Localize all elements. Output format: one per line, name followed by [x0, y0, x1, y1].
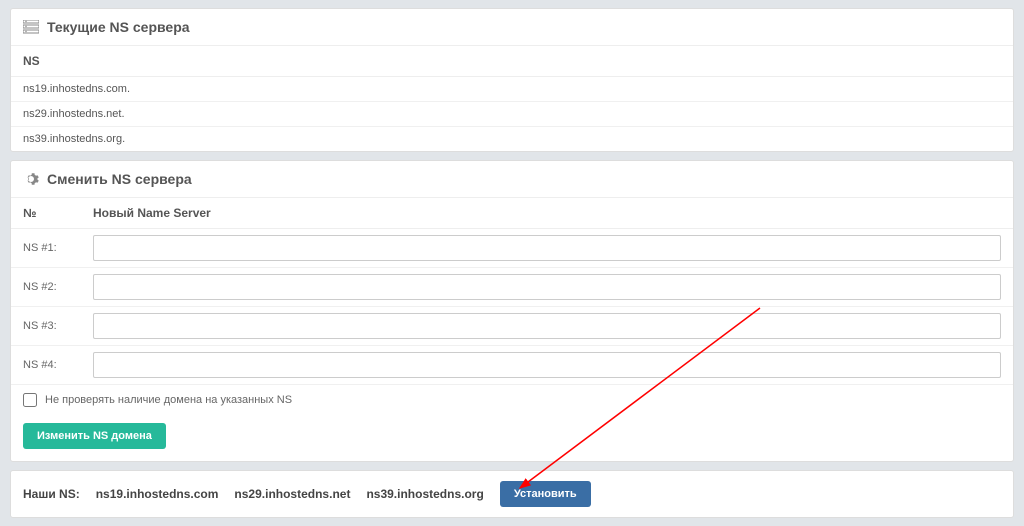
our-ns-item: ns29.inhostedns.net — [234, 487, 350, 501]
ns-row-label: NS #2: — [11, 268, 81, 307]
ns-row-label: NS #3: — [11, 307, 81, 346]
install-button[interactable]: Установить — [500, 481, 591, 507]
current-ns-header: Текущие NS сервера — [11, 9, 1013, 46]
table-row: ns19.inhostedns.com. — [11, 77, 1013, 102]
current-ns-title: Текущие NS сервера — [47, 19, 190, 35]
our-ns-label: Наши NS: — [23, 487, 80, 501]
ns-cell: ns39.inhostedns.org. — [11, 127, 1013, 152]
col-number-header: № — [11, 198, 81, 229]
ns-row-label: NS #1: — [11, 229, 81, 268]
ns-input-row: NS #3: — [11, 307, 1013, 346]
gear-icon — [23, 171, 39, 187]
ns2-input[interactable] — [93, 274, 1001, 300]
our-ns-footer: Наши NS: ns19.inhostedns.com ns29.inhost… — [10, 470, 1014, 518]
change-ns-title: Сменить NS сервера — [47, 171, 192, 187]
ns-input-row: NS #1: — [11, 229, 1013, 268]
change-ns-panel: Сменить NS сервера № Новый Name Server N… — [10, 160, 1014, 462]
server-list-icon — [23, 20, 39, 34]
ns4-input[interactable] — [93, 352, 1001, 378]
ns-column-header: NS — [11, 46, 1013, 77]
table-row: ns29.inhostedns.net. — [11, 102, 1013, 127]
skip-check-label: Не проверять наличие домена на указанных… — [45, 394, 292, 406]
col-nameserver-header: Новый Name Server — [81, 198, 1013, 229]
change-ns-form: № Новый Name Server NS #1: NS #2: NS #3:… — [11, 198, 1013, 385]
ns-row-label: NS #4: — [11, 346, 81, 385]
change-ns-submit-button[interactable]: Изменить NS домена — [23, 423, 166, 449]
change-ns-header: Сменить NS сервера — [11, 161, 1013, 198]
ns1-input[interactable] — [93, 235, 1001, 261]
our-ns-item: ns39.inhostedns.org — [366, 487, 483, 501]
skip-check-row: Не проверять наличие домена на указанных… — [11, 385, 1013, 415]
our-ns-item: ns19.inhostedns.com — [96, 487, 219, 501]
ns-input-row: NS #2: — [11, 268, 1013, 307]
skip-check-checkbox[interactable] — [23, 393, 37, 407]
current-ns-panel: Текущие NS сервера NS ns19.inhostedns.co… — [10, 8, 1014, 152]
ns-input-row: NS #4: — [11, 346, 1013, 385]
ns-cell: ns29.inhostedns.net. — [11, 102, 1013, 127]
table-row: ns39.inhostedns.org. — [11, 127, 1013, 152]
ns-cell: ns19.inhostedns.com. — [11, 77, 1013, 102]
current-ns-table: NS ns19.inhostedns.com. ns29.inhostedns.… — [11, 46, 1013, 151]
ns3-input[interactable] — [93, 313, 1001, 339]
